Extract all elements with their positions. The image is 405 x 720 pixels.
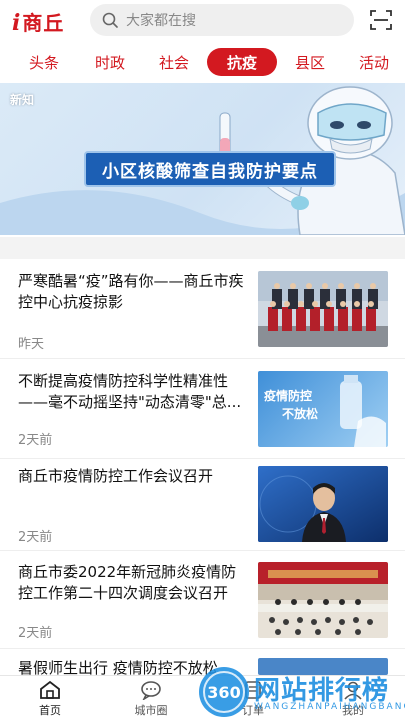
tab-kangyi[interactable]: 抗疫 — [207, 48, 277, 76]
news-time: 2天前 — [18, 433, 53, 448]
logo-name: 商丘 — [22, 10, 65, 35]
news-title: 严寒酷暑“疫”路有你——商丘市疾控中心抗疫掠影 — [18, 272, 244, 311]
news-item[interactable]: 不断提高疫情防控科学性精准性——毫不动摇坚持"动态清零"总... 2天前 疫情防… — [0, 371, 405, 457]
tab-huodong[interactable]: 活动 — [352, 48, 396, 76]
news-separator — [0, 458, 405, 459]
logo-i: i — [12, 9, 21, 36]
home-icon — [40, 680, 60, 699]
news-separator — [0, 550, 405, 551]
nav-label: 首页 — [39, 704, 61, 717]
news-title: 商丘市委2022年新冠肺炎疫情防控工作第二十四次调度会议召开 — [18, 563, 237, 602]
news-thumbnail — [258, 466, 388, 542]
news-title: 商丘市疫情防控工作会议召开 — [18, 467, 214, 485]
tab-xianqu[interactable]: 县区 — [288, 48, 332, 76]
news-separator — [0, 648, 405, 649]
watermark-badge-text: 360 — [207, 683, 240, 702]
news-title: 不断提高疫情防控科学性精准性——毫不动摇坚持"动态清零"总... — [18, 372, 242, 411]
watermark: 360 网站排行榜 WANGZHANPAIHANGBANG — [196, 664, 405, 720]
news-item[interactable]: 商丘市委2022年新冠肺炎疫情防控工作第二十四次调度会议召开 2天前 — [0, 562, 405, 648]
news-item[interactable]: 严寒酷暑“疫”路有你——商丘市疾控中心抗疫掠影 昨天 — [0, 271, 405, 357]
app-logo[interactable]: i 商丘 — [12, 7, 64, 36]
news-thumbnail: 疫情防控 不放松 — [258, 371, 388, 447]
news-separator — [0, 358, 405, 359]
search-placeholder: 大家都在搜 — [126, 13, 196, 29]
nav-label: 城市圈 — [134, 704, 168, 717]
tab-shizheng[interactable]: 时政 — [88, 48, 132, 76]
tab-toutiao[interactable]: 头条 — [22, 48, 66, 76]
category-tabs: 头条 时政 社会 抗疫 县区 活动 — [0, 48, 405, 76]
banner-logo: 新知 — [10, 93, 35, 107]
news-thumbnail — [258, 562, 388, 638]
news-time: 2天前 — [18, 626, 53, 641]
news-time: 2天前 — [18, 530, 53, 545]
chat-icon — [141, 681, 161, 700]
nav-home[interactable]: 首页 — [15, 680, 85, 718]
news-thumbnail — [258, 271, 388, 347]
watermark-badge-icon: 360 — [199, 667, 249, 717]
banner-title: 小区核酸筛查自我防护要点 — [84, 151, 336, 187]
section-divider — [0, 237, 405, 259]
nav-city-circle[interactable]: 城市圈 — [116, 680, 186, 718]
news-item[interactable]: 商丘市疫情防控工作会议召开 2天前 — [0, 466, 405, 546]
scan-icon[interactable] — [370, 10, 392, 30]
banner-carousel[interactable]: 新知 小区核酸筛查自我防护要点 — [0, 83, 405, 235]
watermark-subtext: WANGZHANPAIHANGBANG — [254, 702, 405, 712]
search-icon — [102, 12, 118, 28]
app-header: i 商丘 大家都在搜 — [0, 0, 405, 42]
search-input[interactable]: 大家都在搜 — [90, 4, 354, 36]
tab-shehui[interactable]: 社会 — [152, 48, 196, 76]
news-time: 昨天 — [18, 337, 45, 352]
